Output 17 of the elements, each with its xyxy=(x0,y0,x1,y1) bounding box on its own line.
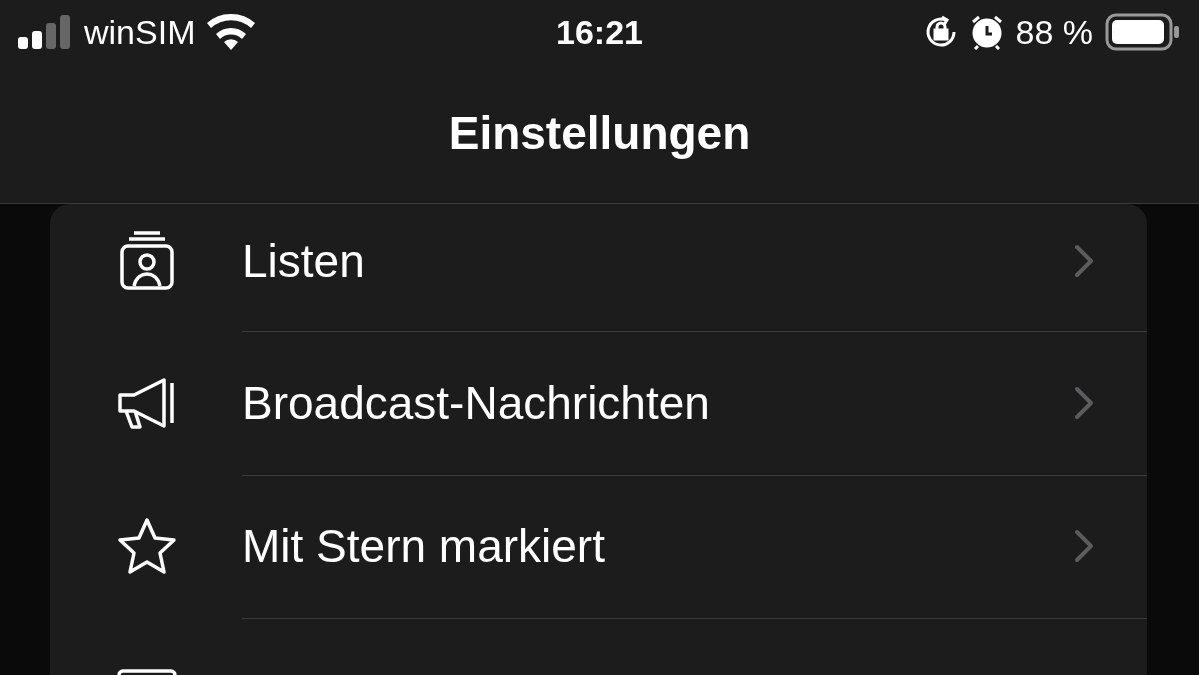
chevron-icon xyxy=(1073,242,1095,279)
battery-percentage: 88 % xyxy=(1015,12,1093,52)
wifi-icon xyxy=(207,14,256,50)
battery-icon xyxy=(1105,13,1181,51)
status-time: 16:21 xyxy=(556,12,643,52)
chevron-icon xyxy=(1073,528,1095,564)
carrier-name: winSIM xyxy=(84,12,196,52)
star-icon xyxy=(116,516,178,577)
contact-card-stack-icon xyxy=(118,230,176,292)
signal-strength-icon xyxy=(18,15,72,49)
settings-row[interactable]: Mit Stern markiert xyxy=(50,475,1147,618)
settings-row[interactable]: Listen xyxy=(50,204,1147,332)
alarm-clock-icon xyxy=(969,14,1004,50)
chevron-icon xyxy=(1073,385,1095,421)
orientation-lock-icon xyxy=(923,15,958,49)
screen-title: Einstellungen xyxy=(448,105,751,160)
settings-row[interactable]: Broadcast-Nachrichten xyxy=(50,332,1147,475)
